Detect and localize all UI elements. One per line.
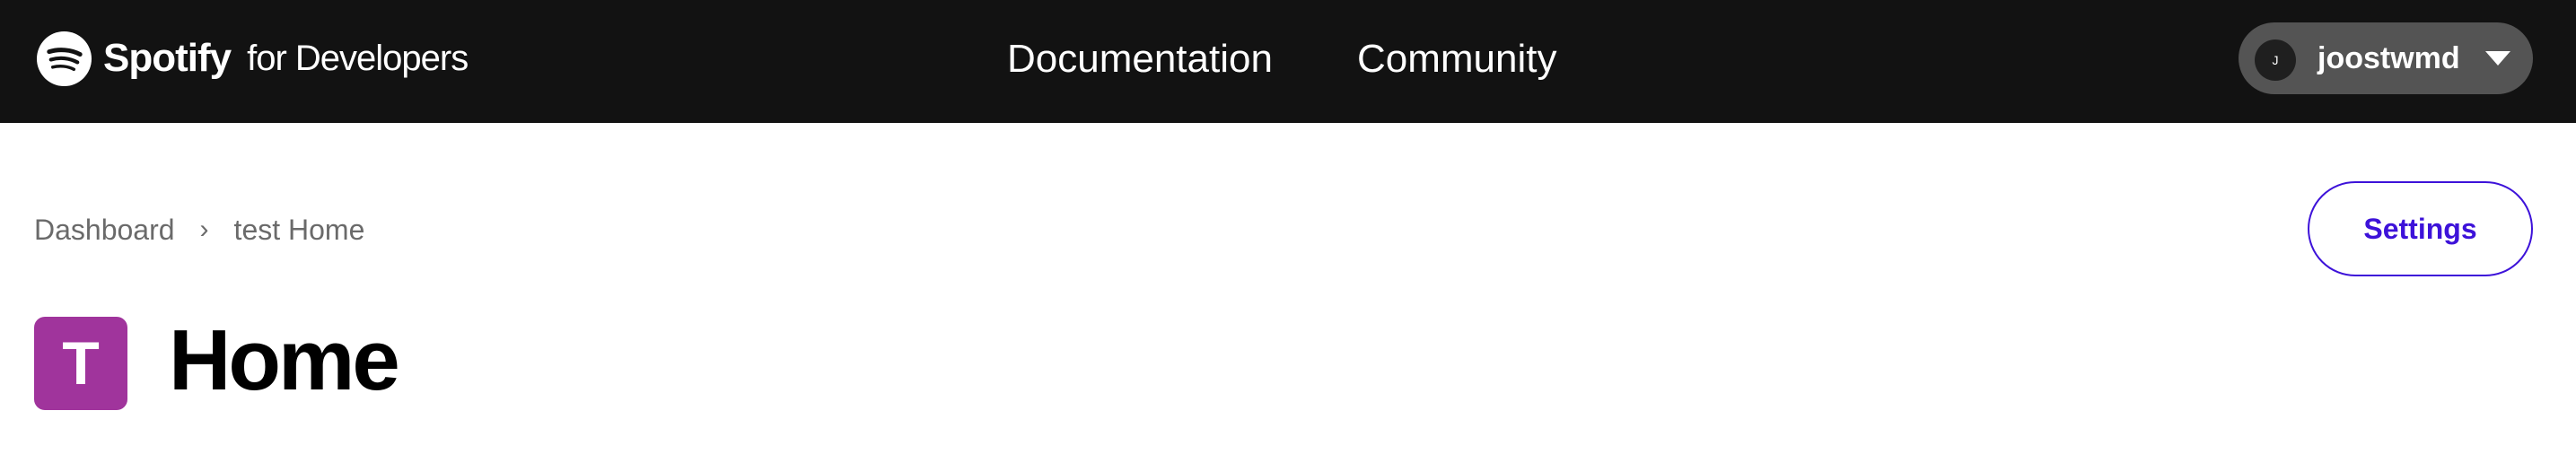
app-icon: T	[34, 317, 127, 410]
top-navigation-bar: Spotify for Developers Documentation Com…	[0, 0, 2576, 123]
chevron-right-icon: ›	[199, 214, 209, 244]
brand-name: Spotify	[103, 36, 232, 80]
spotify-for-developers-home-link[interactable]: Spotify for Developers	[36, 29, 469, 88]
nav-link-community[interactable]: Community	[1357, 39, 1557, 79]
breadcrumb-current: test Home	[233, 213, 365, 246]
user-menu-button[interactable]: J joostwmd	[2239, 22, 2533, 94]
chevron-down-icon	[2485, 51, 2510, 66]
page-title: Home	[169, 312, 400, 408]
settings-button[interactable]: Settings	[2308, 181, 2533, 276]
username: joostwmd	[2318, 41, 2460, 75]
avatar: J	[2255, 39, 2296, 81]
brand-subtitle: for Developers	[247, 39, 469, 78]
breadcrumb-dashboard-link[interactable]: Dashboard	[34, 214, 175, 247]
nav-link-documentation[interactable]: Documentation	[1007, 39, 1273, 79]
breadcrumb: Dashboard › test Home	[34, 212, 364, 248]
spotify-logo-icon	[36, 31, 92, 86]
